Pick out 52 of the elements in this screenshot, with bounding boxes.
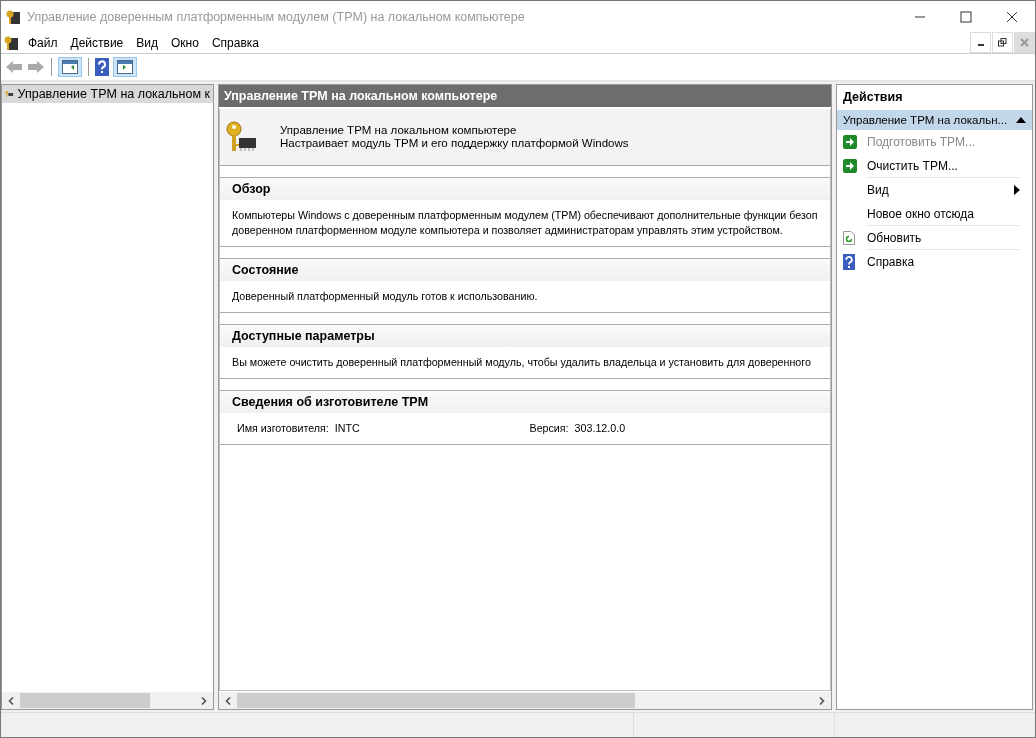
restore-button[interactable]: [992, 32, 1013, 53]
refresh-icon: [843, 231, 855, 245]
scroll-left-icon[interactable]: [225, 696, 231, 705]
field-label: Имя изготовителя:: [237, 421, 329, 436]
restore-icon: [998, 38, 1007, 47]
horizontal-scrollbar[interactable]: [219, 691, 831, 709]
menu-item[interactable]: Вид: [131, 35, 166, 50]
horizontal-scrollbar[interactable]: [2, 691, 213, 709]
action-group-header[interactable]: Управление TPM на локальн...: [837, 110, 1032, 130]
collapse-icon[interactable]: [1016, 117, 1026, 123]
tree-item[interactable]: Управление TPM на локальном к: [2, 85, 213, 103]
field-label: Версия:: [529, 421, 569, 436]
help-icon: [843, 254, 855, 270]
help-icon[interactable]: [95, 58, 109, 76]
action-link[interactable]: Вид: [867, 178, 1014, 202]
section-text: Вы можете очистить доверенный платформенный модуль, чтобы удалить владельца и установить для доверенного: [232, 355, 811, 370]
close-icon: [1006, 10, 1018, 23]
field-value: INTC: [334, 421, 360, 436]
action-link[interactable]: Очистить TPM...: [867, 154, 1020, 178]
maximize-icon: [960, 10, 972, 23]
scroll-right-icon[interactable]: [201, 696, 207, 705]
action-link[interactable]: Справка: [867, 250, 1020, 274]
key-chip-icon: [224, 120, 258, 154]
key-folder-icon: [3, 34, 19, 51]
action-link[interactable]: Обновить: [867, 226, 1020, 250]
section-header: Сведения об изготовителе TPM: [220, 391, 830, 413]
window-title: Управление доверенным платформенным модулем (TPM) на локальном компьютере: [27, 9, 526, 24]
arrow-icon: [843, 135, 857, 149]
menu-item[interactable]: Справка: [206, 35, 267, 50]
section-header: Обзор: [220, 178, 830, 200]
pane-header: Управление TPM на локальном компьютере: [219, 85, 831, 109]
minimize-button[interactable]: [970, 32, 991, 53]
close-icon: [1020, 38, 1029, 47]
section-text: доверенном платформенном модуле компьютера и позволяет администраторам управлять этим устройством.: [232, 223, 783, 238]
menu-item[interactable]: Файл: [23, 35, 66, 50]
section-text: Компьютеры Windows с доверенным платформенным модулем (TPM) обеспечивают дополнительные функции безоп: [232, 208, 818, 223]
scroll-left-icon[interactable]: [8, 696, 14, 705]
menu-item[interactable]: Окно: [166, 35, 207, 50]
field-value: 303.12.0.0: [574, 421, 626, 436]
minimize-icon: [977, 44, 984, 46]
scroll-right-icon[interactable]: [819, 696, 825, 705]
section-header: Доступные параметры: [220, 325, 830, 347]
action-pane-toggle-icon[interactable]: [113, 57, 137, 77]
section-text: Доверенный платформенный модуль готов к использованию.: [232, 289, 538, 304]
menu-item[interactable]: Действие: [65, 35, 132, 50]
section-header: Состояние: [220, 259, 830, 281]
key-folder-icon: [5, 8, 21, 25]
action-link[interactable]: Новое окно отсюда: [867, 202, 1020, 226]
arrow-icon: [843, 159, 857, 173]
console-tree-toggle-icon[interactable]: [58, 57, 82, 77]
intro-description: Настраивает модуль TPM и его поддержку платформой Windows: [280, 137, 629, 150]
intro-title: Управление TPM на локальном компьютере: [280, 124, 518, 137]
